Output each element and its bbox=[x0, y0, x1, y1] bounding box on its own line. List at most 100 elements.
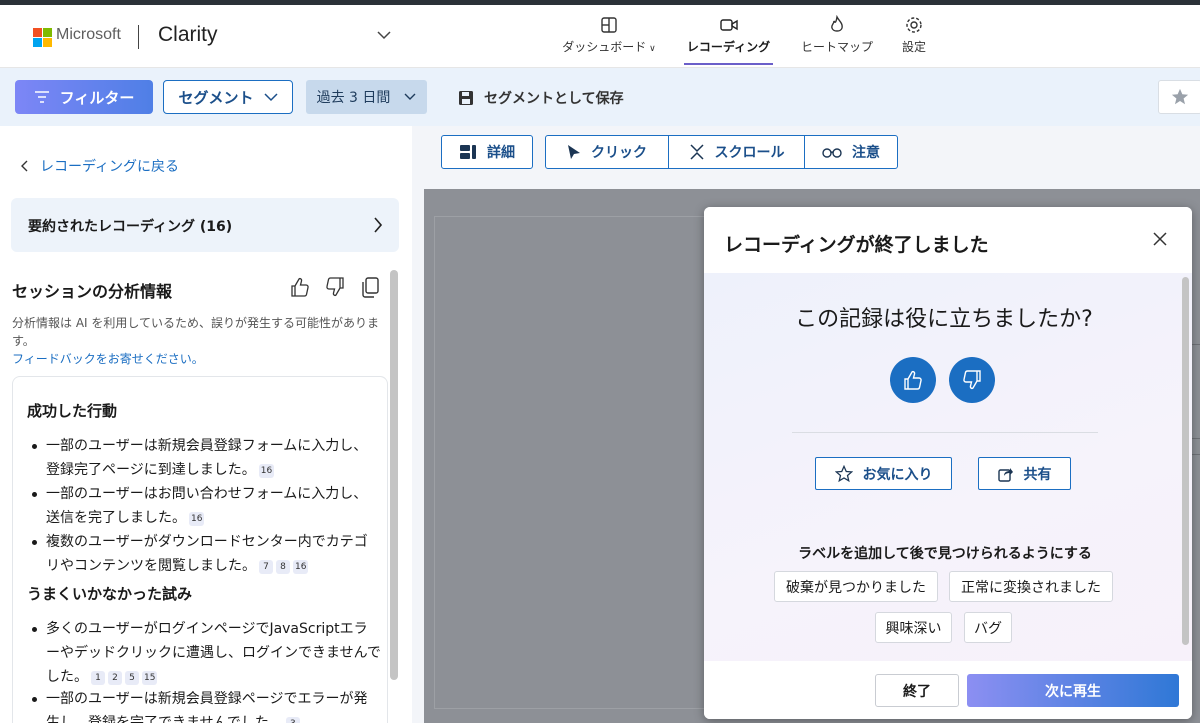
details-tab-label: 詳細 bbox=[487, 145, 515, 161]
reference-badge[interactable]: 3 bbox=[285, 717, 300, 723]
app-header: Microsoft Clarity ダッシュボード ∨ レコーディング ヒートマ… bbox=[0, 5, 1200, 68]
ai-disclaimer: 分析情報は AI を利用しているため、誤りが発生する可能性があります。 bbox=[12, 316, 380, 348]
reference-badge[interactable]: 15 bbox=[142, 671, 158, 685]
nav-dashboard[interactable]: ダッシュボード ∨ bbox=[556, 13, 662, 65]
filter-button[interactable]: フィルター bbox=[15, 80, 153, 114]
microsoft-brand: Microsoft bbox=[56, 26, 121, 43]
insights-actions bbox=[290, 276, 380, 298]
list-item-text: 一部のユーザーはお問い合わせフォームに入力し、送信を完了しました。 bbox=[46, 486, 368, 526]
gear-icon bbox=[906, 17, 922, 33]
chevron-down-icon bbox=[263, 93, 278, 102]
success-section-title: 成功した行動 bbox=[27, 402, 118, 420]
reference-badge[interactable]: 7 bbox=[259, 560, 273, 574]
share-button[interactable]: 共有 bbox=[978, 457, 1071, 490]
back-link-label: レコーディングに戻る bbox=[40, 159, 180, 175]
date-range-dropdown[interactable]: 過去 3 日間 bbox=[306, 80, 427, 114]
list-item: 一部のユーザーは新規会員登録フォームに入力し、登録完了ページに到達しました。 16 bbox=[32, 434, 381, 482]
reference-badge[interactable]: 1 bbox=[91, 671, 105, 685]
chevron-down-icon: ∨ bbox=[646, 44, 656, 54]
insights-title: セッションの分析情報 bbox=[12, 282, 173, 301]
filter-icon bbox=[34, 91, 49, 103]
nav-heatmaps[interactable]: ヒートマップ bbox=[799, 13, 875, 65]
helpful-yes-button[interactable] bbox=[890, 357, 936, 403]
chevron-right-icon bbox=[374, 217, 383, 233]
label-chip[interactable]: バグ bbox=[964, 612, 1012, 643]
star-icon bbox=[834, 464, 853, 482]
segment-label: セグメント bbox=[178, 88, 254, 107]
scroll-tab-label: スクロール bbox=[714, 145, 785, 161]
dialog-body: この記録は役に立ちましたか? お気に入り 共有 ラベルを追加して後で見つけられる… bbox=[704, 273, 1192, 661]
cursor-icon bbox=[568, 145, 580, 159]
click-tab[interactable]: クリック bbox=[545, 135, 669, 169]
glasses-icon bbox=[822, 148, 842, 158]
thumbs-down-icon bbox=[963, 370, 981, 390]
brand-divider bbox=[138, 25, 139, 49]
helpful-no-button[interactable] bbox=[949, 357, 995, 403]
nav-settings[interactable]: 設定 bbox=[896, 13, 932, 65]
dialog-scrollbar[interactable] bbox=[1182, 277, 1189, 645]
dialog-header: レコーディングが終了しました bbox=[704, 207, 1192, 273]
list-item: 一部のユーザーは新規会員登録ページでエラーが発生し、登録を完了できませんでした。… bbox=[32, 687, 381, 723]
details-panel-icon bbox=[460, 145, 476, 159]
copy-icon[interactable] bbox=[360, 276, 380, 298]
details-tab[interactable]: 詳細 bbox=[441, 135, 533, 169]
reference-badge[interactable]: 8 bbox=[276, 560, 290, 574]
label-chip[interactable]: 正常に変換されました bbox=[949, 571, 1113, 602]
scroll-tab[interactable]: スクロール bbox=[668, 135, 805, 169]
list-item-text: 一部のユーザーは新規会員登録フォームに入力し、登録完了ページに到達しました。 bbox=[46, 438, 368, 478]
helpful-question: この記録は役に立ちましたか? bbox=[795, 307, 1093, 332]
summarized-recordings-label: 要約されたレコーディング (16) bbox=[28, 219, 233, 235]
dialog-title: レコーディングが終了しました bbox=[724, 234, 989, 256]
save-icon bbox=[459, 91, 473, 105]
thumbs-up-icon[interactable] bbox=[290, 276, 310, 298]
flame-icon bbox=[831, 15, 843, 32]
dashboard-icon bbox=[601, 17, 617, 33]
attention-tab-label: 注意 bbox=[852, 145, 880, 161]
star-icon bbox=[1171, 88, 1189, 105]
thumbs-down-icon[interactable] bbox=[325, 276, 345, 298]
reference-badge[interactable]: 16 bbox=[189, 512, 205, 526]
label-prompt: ラベルを追加して後で見つけられるようにする bbox=[798, 546, 1092, 562]
chevron-left-icon bbox=[21, 160, 28, 172]
project-chevron-down-icon[interactable] bbox=[376, 27, 392, 43]
label-chip[interactable]: 破棄が見つかりました bbox=[774, 571, 938, 602]
segment-dropdown[interactable]: セグメント bbox=[163, 80, 293, 114]
nav-recordings[interactable]: レコーディング bbox=[684, 13, 773, 65]
product-name: Clarity bbox=[158, 23, 218, 46]
reference-badge[interactable]: 16 bbox=[258, 464, 275, 478]
video-camera-icon bbox=[719, 19, 738, 31]
favorite-button[interactable]: お気に入り bbox=[815, 457, 952, 490]
summarized-recordings-card[interactable]: 要約されたレコーディング (16) bbox=[11, 198, 399, 252]
nav-heatmaps-label: ヒートマップ bbox=[800, 40, 873, 54]
close-icon[interactable] bbox=[1152, 231, 1168, 247]
favorite-star-button[interactable] bbox=[1158, 80, 1200, 114]
reference-badge[interactable]: 16 bbox=[293, 560, 309, 574]
play-next-button[interactable]: 次に再生 bbox=[967, 674, 1179, 707]
page-frame bbox=[434, 216, 734, 709]
share-label: 共有 bbox=[1023, 466, 1052, 483]
reference-badge[interactable]: 5 bbox=[125, 671, 139, 685]
label-chip[interactable]: 興味深い bbox=[875, 612, 952, 643]
insight-summary-box: 成功した行動 一部のユーザーは新規会員登録フォームに入力し、登録完了ページに到達… bbox=[12, 376, 388, 723]
active-tab-underline bbox=[684, 63, 773, 65]
save-as-segment-button[interactable]: セグメントとして保存 bbox=[458, 88, 624, 108]
feedback-link[interactable]: フィードバックをお寄せください。 bbox=[12, 350, 204, 367]
nav-recordings-label: レコーディング bbox=[686, 40, 771, 54]
list-item: 一部のユーザーはお問い合わせフォームに入力し、送信を完了しました。 16 bbox=[32, 482, 381, 530]
favorite-label: お気に入り bbox=[862, 466, 933, 483]
reference-badge[interactable]: 2 bbox=[108, 671, 122, 685]
save-as-segment-label: セグメントとして保存 bbox=[484, 91, 624, 107]
insights-scrollbar[interactable] bbox=[390, 270, 398, 680]
end-button[interactable]: 終了 bbox=[875, 674, 959, 707]
list-item-text: 複数のユーザーがダウンロードセンター内でカテゴリやコンテンツを閲覧しました。 bbox=[46, 534, 368, 574]
date-range-label: 過去 3 日間 bbox=[316, 90, 391, 106]
thumbs-up-icon bbox=[904, 370, 922, 390]
click-tab-label: クリック bbox=[591, 145, 647, 161]
attention-tab[interactable]: 注意 bbox=[804, 135, 898, 169]
scroll-icon bbox=[689, 144, 704, 160]
nav-dashboard-label: ダッシュボード bbox=[562, 40, 647, 54]
dialog-divider bbox=[792, 432, 1098, 433]
microsoft-logo-icon bbox=[33, 28, 52, 47]
insights-panel: レコーディングに戻る 要約されたレコーディング (16) セッションの分析情報 … bbox=[0, 126, 412, 723]
back-to-recordings-link[interactable]: レコーディングに戻る bbox=[20, 156, 179, 176]
